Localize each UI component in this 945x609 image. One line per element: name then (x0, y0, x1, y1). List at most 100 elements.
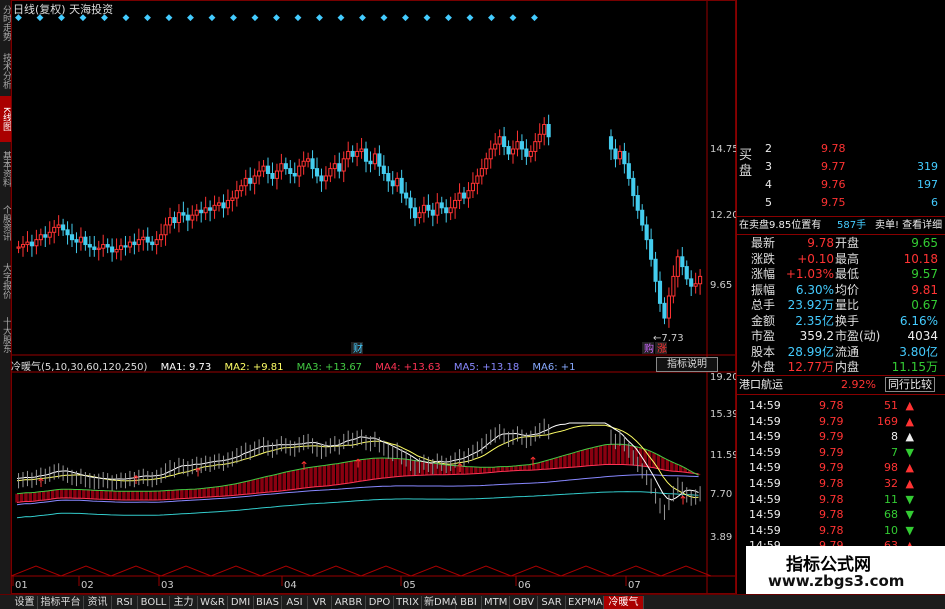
buy-signal-arrow-icon: ↑ (36, 476, 46, 490)
candle-down (662, 302, 667, 319)
info-diamond-icon: ◆ (424, 13, 431, 23)
candle-up (359, 148, 364, 152)
bottom-tab-19[interactable]: EXPMA (566, 596, 604, 609)
quote-value: 6.16% (899, 313, 938, 328)
candle-down (689, 278, 694, 287)
quote-row: 外盘 12.77万 内盘 11.15万 (737, 359, 945, 376)
candle-down (350, 150, 355, 157)
tick-row[interactable]: 14:59 9.78 68 ▼ (737, 506, 945, 523)
bottom-tab-16[interactable]: MTM (482, 596, 510, 609)
tick-price: 9.78 (819, 508, 844, 522)
tick-row[interactable]: 14:59 9.78 10 ▼ (737, 522, 945, 539)
date-label: 06 (518, 580, 531, 591)
tick-row[interactable]: 14:59 9.79 98 ▲ (737, 459, 945, 476)
kline-chart[interactable]: ◆ ◆ ◆ ◆ ◆ ◆ ◆ ◆ ◆ ◆ ◆ ◆ ◆ ◆ ◆ ◆ ◆ ◆ ◆ ◆ ◆ ◆ ◆ ◆ ◆14.7512.209.651… (11, 0, 736, 594)
candle-up (47, 231, 52, 238)
buy-signal-arrow-icon: ↑ (528, 454, 538, 468)
candle-down (43, 234, 48, 238)
candle-down (110, 246, 115, 253)
sell-alert-detail[interactable]: 卖单! 查看详细 (875, 217, 942, 234)
sector-row[interactable]: 港口航运 2.92% 同行比较 (737, 376, 945, 393)
buy-volume: 197 (917, 178, 938, 191)
left-tab-5[interactable]: 大字报价 (0, 258, 11, 304)
bottom-tab-2[interactable]: 资讯 (84, 596, 112, 609)
quote-value: 3.80亿 (899, 344, 938, 359)
bottom-tab-17[interactable]: OBV (510, 596, 538, 609)
candle-up (542, 124, 547, 135)
bottom-tab-20[interactable]: 冷暖气 (604, 596, 644, 609)
sector-compare-button[interactable]: 同行比较 (885, 377, 935, 392)
bottom-tab-13[interactable]: TRIX (394, 596, 422, 609)
candle-up (493, 143, 498, 150)
bottom-tab-14[interactable]: 新DMA (422, 596, 457, 609)
candle-down (314, 168, 320, 177)
tick-row[interactable]: 14:59 9.79 169 ▲ (737, 413, 945, 430)
tick-row[interactable]: 14:59 9.78 51 ▲ (737, 397, 945, 414)
quote-value: 23.92万 (787, 298, 834, 312)
tick-time: 14:59 (749, 477, 781, 490)
bottom-tab-9[interactable]: ASI (282, 596, 308, 609)
tick-price: 9.79 (819, 414, 844, 428)
left-tab-2[interactable]: K线图 (0, 96, 11, 142)
bottom-tab-11[interactable]: ARBR (332, 596, 366, 609)
bottom-tab-8[interactable]: BIAS (254, 596, 282, 609)
date-label: 03 (161, 580, 174, 591)
arrow-up-icon: ▲ (905, 461, 914, 475)
bottom-tab-18[interactable]: SAR (538, 596, 566, 609)
indicator-tick-label: 15.39 (710, 409, 736, 420)
tick-row[interactable]: 14:59 9.79 7 ▼ (737, 444, 945, 461)
candle-up (666, 295, 671, 319)
buy-level-row[interactable]: 2 9.78 (737, 140, 945, 157)
sell-alert[interactable]: 在卖盘9.85位置有 587手 卖单! 查看详细 (737, 217, 945, 234)
indicator-explain-button[interactable]: 指标说明 (656, 357, 718, 372)
candle-up (470, 182, 475, 192)
bottom-tab-4[interactable]: BOLL (138, 596, 170, 609)
watermark-url: www.zbgs3.com (768, 572, 905, 590)
tick-time: 14:59 (749, 414, 781, 428)
bottom-tab-0[interactable]: 设置 (12, 596, 38, 609)
buy-level-row[interactable]: 3 9.77 319 (737, 158, 945, 175)
bottom-tab-5[interactable]: 主力 (170, 596, 198, 609)
tick-row[interactable]: 14:59 9.79 8 ▲ (737, 428, 945, 445)
info-diamond-icon: ◆ (144, 13, 151, 23)
tick-volume: 10 (884, 523, 898, 537)
buy-price: 9.76 (821, 178, 846, 191)
tick-row[interactable]: 14:59 9.78 11 ▼ (737, 491, 945, 508)
quote-row: 金额 2.35亿 换手 6.16% (737, 313, 945, 330)
candle-up (693, 283, 698, 287)
bottom-tab-1[interactable]: 指标平台 (38, 596, 84, 609)
price-tick-label: 9.65 (710, 280, 732, 291)
left-tab-4[interactable]: 个股资讯 (0, 200, 11, 246)
buy-level: 2 (765, 142, 772, 155)
chart-area[interactable]: ◆ ◆ ◆ ◆ ◆ ◆ ◆ ◆ ◆ ◆ ◆ ◆ ◆ ◆ ◆ ◆ ◆ ◆ ◆ ◆ ◆ ◆ ◆ ◆ ◆ 14.75 12.20 9.65 1… (11, 0, 736, 594)
tick-price: 9.79 (819, 445, 844, 459)
info-diamond-icon: ◆ (467, 13, 474, 23)
tick-price: 9.79 (819, 430, 844, 444)
tick-row[interactable]: 14:59 9.78 32 ▲ (737, 475, 945, 492)
tick-volume: 68 (884, 508, 898, 522)
bottom-tab-3[interactable]: RSI (112, 596, 138, 609)
bottom-tab-7[interactable]: DMI (228, 596, 254, 609)
left-tab-0[interactable]: 分时走势 (0, 0, 11, 46)
info-diamond-icon: ◆ (359, 13, 366, 23)
candle-down (408, 197, 413, 209)
left-tab-1[interactable]: 技术分析 (0, 48, 11, 94)
date-label: 04 (284, 580, 297, 591)
price-tick-label: 12.20 (710, 210, 736, 221)
buy-price: 9.78 (821, 142, 846, 155)
candle-up (617, 150, 622, 160)
candle-down (92, 246, 97, 250)
candle-up (225, 199, 230, 209)
candle-down (83, 236, 88, 246)
left-tab-6[interactable]: 十大股东 (0, 312, 11, 358)
bottom-tab-12[interactable]: DPO (366, 596, 394, 609)
bottom-tab-6[interactable]: W&R (198, 596, 228, 609)
candle-down (381, 165, 386, 174)
buy-level-row[interactable]: 4 9.76 197 (737, 176, 945, 193)
bottom-tab-10[interactable]: VR (308, 596, 332, 609)
bottom-tab-15[interactable]: BBI (456, 596, 482, 609)
left-tab-3[interactable]: 基本资料 (0, 146, 11, 192)
candle-down (439, 202, 444, 209)
candle-down (631, 177, 636, 197)
buy-level-row[interactable]: 5 9.75 6 (737, 194, 945, 211)
